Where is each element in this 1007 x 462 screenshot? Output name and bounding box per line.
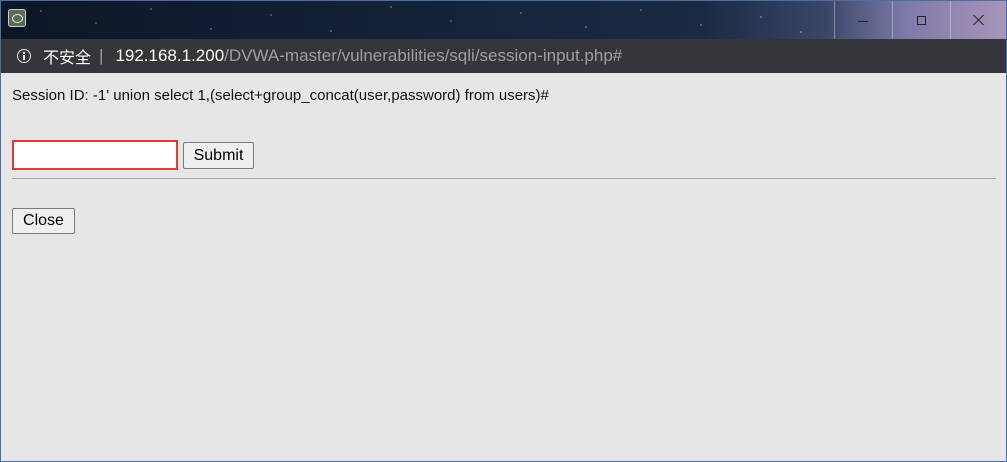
url-path[interactable]: /DVWA-master/vulnerabilities/sqli/sessio… [224,46,622,66]
info-icon[interactable] [17,49,31,63]
minimize-button[interactable] [834,1,892,39]
app-icon [8,9,26,27]
url-host[interactable]: 192.168.1.200 [115,46,224,66]
address-separator: | [99,46,104,65]
security-label[interactable]: 不安全 [43,44,91,68]
title-separator [892,1,893,39]
close-icon [973,14,985,26]
title-bar[interactable] [1,1,1006,39]
address-bar[interactable]: 不安全 | 192.168.1.200/DVWA-master/vulnerab… [1,39,1006,73]
submit-button[interactable]: Submit [183,142,254,169]
browser-popup-window: 不安全 | 192.168.1.200/DVWA-master/vulnerab… [0,0,1007,462]
close-window-button[interactable] [950,1,1006,39]
title-separator [950,1,951,39]
session-id-text: Session ID: -1' union select 1,(select+g… [12,87,549,104]
minimize-icon [858,20,868,22]
page-content: Session ID: -1' union select 1,(select+g… [1,73,1006,461]
session-id-input[interactable] [12,140,178,170]
maximize-button[interactable] [892,1,950,39]
divider [12,178,996,179]
close-button[interactable]: Close [12,208,75,234]
title-separator [834,1,835,39]
maximize-icon [916,15,926,25]
